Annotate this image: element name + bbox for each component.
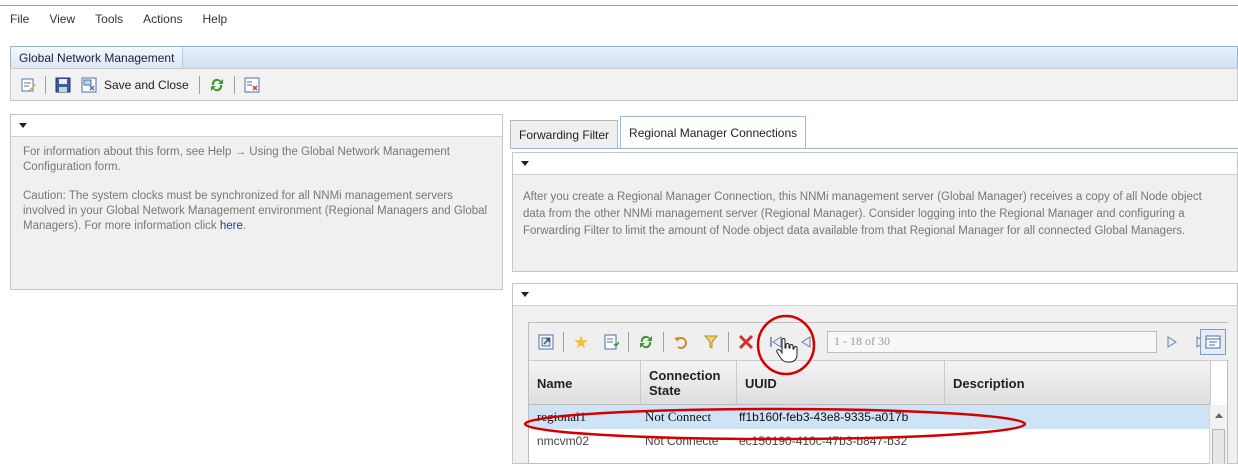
next-page-icon[interactable] — [1163, 333, 1181, 351]
toolbar-separator — [663, 331, 664, 352]
save-and-close-icon[interactable] — [81, 77, 97, 93]
toolbar-separator — [45, 75, 46, 94]
delete-icon[interactable] — [737, 333, 755, 351]
column-chooser-button[interactable] — [1200, 329, 1226, 355]
first-page-icon[interactable] — [767, 333, 785, 351]
toolbar-separator — [628, 331, 629, 352]
pager-range-field[interactable]: 1 - 18 of 30 — [827, 330, 1157, 353]
column-chooser-icon — [1205, 335, 1221, 349]
form-help-panel: For information about this form, see Hel… — [10, 114, 503, 290]
caution-text: Caution: The system clocks must be synch… — [23, 189, 490, 234]
menu-file[interactable]: File — [10, 12, 29, 26]
form-title-tab[interactable]: Global Network Management — [11, 47, 184, 68]
connections-grid: 1 - 18 of 30 Name Connection State UUID … — [528, 322, 1229, 464]
refresh-icon[interactable] — [637, 333, 655, 351]
table-row[interactable]: regional1 Not Connect ff1b160f-feb3-43e8… — [529, 405, 1211, 429]
cell-name: nmcvm02 — [537, 434, 590, 448]
save-icon[interactable] — [55, 77, 71, 93]
cell-uuid: ec150190-410c-47b3-b847-b32 — [739, 434, 908, 448]
toolbar-separator — [728, 331, 729, 352]
menu-bar: File View Tools Actions Help — [0, 8, 247, 30]
toolbar-separator — [233, 75, 235, 94]
connections-info-panel: After you create a Regional Manager Conn… — [512, 152, 1238, 272]
cell-connection-state: Not Connecte — [645, 434, 719, 448]
menu-view[interactable]: View — [49, 12, 75, 26]
scroll-thumb[interactable] — [1212, 429, 1225, 464]
save-and-close-button[interactable]: Save and Close — [104, 78, 189, 92]
here-link[interactable]: here — [220, 220, 243, 232]
panel-collapse-toggle[interactable] — [513, 153, 1237, 175]
panel-collapse-toggle[interactable] — [513, 284, 1237, 306]
tab-bar: Forwarding Filter Regional Manager Conne… — [510, 116, 808, 148]
toolbar-separator — [563, 331, 564, 352]
cell-name: regional1 — [537, 409, 587, 424]
tab-forwarding-filter[interactable]: Forwarding Filter — [510, 120, 619, 148]
restore-filter-icon[interactable] — [702, 333, 720, 351]
help-info-text: For information about this form, see Hel… — [23, 146, 450, 173]
cell-uuid: ff1b160f-feb3-43e8-9335-a017b — [739, 410, 909, 424]
panel-collapse-toggle[interactable] — [11, 115, 502, 137]
grid-header: Name Connection State UUID Description — [529, 361, 1211, 405]
tab-regional-manager-connections[interactable]: Regional Manager Connections — [620, 116, 807, 148]
new-icon[interactable] — [572, 333, 590, 351]
previous-page-icon[interactable] — [797, 333, 815, 351]
grid-toolbar: 1 - 18 of 30 — [529, 323, 1229, 361]
new-from-template-icon[interactable] — [602, 333, 620, 351]
edit-form-icon[interactable] — [20, 77, 36, 93]
caret-down-icon — [19, 123, 27, 128]
scroll-up-icon[interactable] — [1215, 413, 1223, 418]
close-form-icon[interactable] — [244, 77, 260, 93]
caret-down-icon — [521, 292, 529, 297]
caret-down-icon — [521, 161, 529, 166]
cell-connection-state: Not Connect — [645, 409, 712, 424]
menu-help[interactable]: Help — [203, 12, 228, 26]
caution-body: Caution: The system clocks must be synch… — [23, 190, 488, 232]
connections-info-text: After you create a Regional Manager Conn… — [523, 191, 1202, 237]
undo-icon[interactable] — [672, 333, 690, 351]
toolbar-separator — [198, 75, 200, 94]
column-header-description[interactable]: Description — [945, 361, 1211, 405]
menu-tools[interactable]: Tools — [95, 12, 123, 26]
column-header-name[interactable]: Name — [529, 361, 641, 405]
form-title-bar: Global Network Management — [10, 46, 1238, 68]
window-top-border — [0, 0, 1238, 6]
open-icon[interactable] — [537, 333, 555, 351]
tab-underline — [510, 148, 1238, 149]
refresh-icon[interactable] — [209, 77, 225, 93]
column-header-uuid[interactable]: UUID — [737, 361, 945, 405]
column-header-connection-state[interactable]: Connection State — [641, 361, 737, 405]
table-row[interactable]: nmcvm02 Not Connecte ec150190-410c-47b3-… — [529, 429, 1211, 453]
pager-text: 1 - 18 of 30 — [834, 334, 890, 348]
grid-scrollbar[interactable] — [1209, 405, 1227, 464]
caution-period: . — [242, 220, 247, 232]
menu-actions[interactable]: Actions — [143, 12, 182, 26]
form-toolbar: Save and Close — [10, 68, 1238, 101]
